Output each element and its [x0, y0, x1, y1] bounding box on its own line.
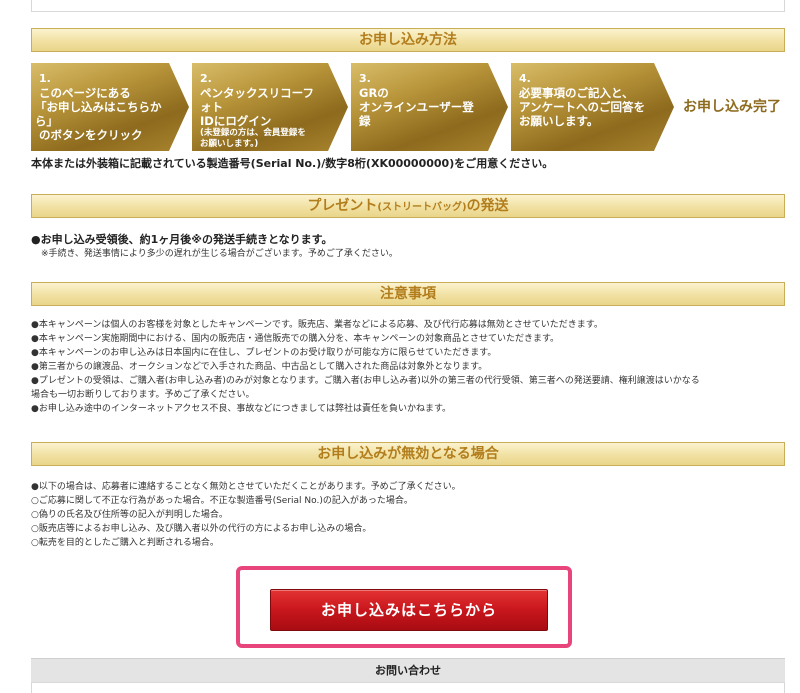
method-section-header: お申し込み方法	[31, 28, 785, 52]
present-note-text: ※手続き、発送事情により多少の遅れが生じる場合がございます。予めご了承ください。	[41, 249, 398, 259]
list-item: ●以下の場合は、応募者に連絡することなく無効とさせていただくことがあります。予め…	[31, 482, 461, 492]
present-title-end: の発送	[466, 198, 509, 214]
step-3: 3. GRの オンラインユーザー登録	[351, 63, 508, 151]
notes-list: ●本キャンペーンは個人のお客様を対象としたキャンペーンです。販売店、業者などによ…	[31, 318, 791, 416]
step-1: 1. このページにある 「お申し込みはこちらから」 のボタンをクリック	[31, 63, 189, 151]
step-4: 4. 必要事項のご記入と、 アンケートへのご回答を お願いします。	[511, 63, 674, 151]
step-1-line-1: このページにある	[39, 86, 131, 100]
present-section-header: プレゼント(ストリートバッグ)の発送	[31, 194, 785, 218]
step-4-number: 4.	[519, 72, 531, 85]
invalid-list: ●以下の場合は、応募者に連絡することなく無効とさせていただくことがあります。予め…	[31, 480, 791, 550]
contact-box	[31, 682, 785, 693]
serial-instruction: 本体または外装箱に記載されている製造番号(Serial No.)/数字8桁(XK…	[31, 157, 554, 170]
list-item: ●本キャンペーンのお申し込みは日本国内に在住し、プレゼントのお受け取りが可能な方…	[31, 348, 497, 358]
invalid-section-title: お申し込みが無効となる場合	[317, 446, 499, 462]
step-1-line-3: のボタンをクリック	[39, 128, 143, 142]
step-4-line-1: 必要事項のご記入と、	[519, 86, 634, 100]
step-1-number: 1.	[39, 72, 51, 85]
present-main-text: ●お申し込み受領後、約1ヶ月後※の発送手続きとなります。	[31, 233, 333, 246]
present-title-main: プレゼント	[307, 198, 378, 214]
contact-title: お問い合わせ	[375, 664, 441, 677]
list-item: ○販売店等によるお申し込み、及び購入者以外の代行の方によるお申し込みの場合。	[31, 524, 372, 534]
list-item: ●本キャンペーン実施期間中における、国内の販売店・通信販売での購入分を、本キャン…	[31, 334, 560, 344]
invalid-section-header: お申し込みが無効となる場合	[31, 442, 785, 466]
list-item: ○偽りの氏名及び住所等の記入が判明した場合。	[31, 510, 228, 520]
step-4-line-2: アンケートへのご回答を	[519, 100, 646, 114]
present-title-sub: (ストリートバッグ)	[377, 202, 467, 213]
list-item: ○ご応募に関して不正な行為があった場合。不正な製造番号(Serial No.)の…	[31, 496, 413, 506]
method-section-title: お申し込み方法	[359, 32, 457, 48]
step-final-label: お申し込み完了	[683, 99, 781, 115]
list-item: ●第三者からの譲渡品、オークションなどで入手された商品、中古品として購入された商…	[31, 362, 488, 372]
step-2: 2. ペンタックスリコーフォト IDにログイン (未登録の方は、会員登録を お願…	[192, 63, 348, 151]
step-1-line-2: 「お申し込みはこちらから」	[35, 100, 162, 128]
notes-section-header: 注意事項	[31, 282, 785, 306]
notes-section-title: 注意事項	[380, 286, 436, 302]
top-content-box	[31, 0, 785, 12]
step-2-note-1: (未登録の方は、会員登録を	[200, 128, 306, 138]
step-2-line-2: IDにログイン	[200, 114, 272, 128]
contact-header: お問い合わせ	[31, 658, 785, 682]
list-item: ●プレゼントの受領は、ご購入者(お申し込み者)のみが対象となります。ご購入者(お…	[31, 376, 700, 386]
application-steps: 1. このページにある 「お申し込みはこちらから」 のボタンをクリック 2. ペ…	[31, 63, 791, 151]
step-3-line-1: GRの	[359, 86, 389, 100]
list-item: ○転売を目的としたご購入と判断される場合。	[31, 538, 219, 548]
list-item: ●お申し込み途中のインターネットアクセス不良、事故などにつきましては弊社は責任を…	[31, 404, 452, 414]
apply-button[interactable]: お申し込みはこちらから	[270, 589, 548, 631]
step-3-line-2: オンラインユーザー登録	[359, 100, 474, 128]
step-3-number: 3.	[359, 72, 371, 85]
step-2-line-1: ペンタックスリコーフォト	[200, 86, 314, 114]
step-2-number: 2.	[200, 72, 212, 85]
present-info: ●お申し込み受領後、約1ヶ月後※の発送手続きとなります。 ※手続き、発送事情によ…	[31, 233, 791, 261]
step-4-line-3: お願いします。	[519, 114, 599, 128]
list-item: ●本キャンペーンは個人のお客様を対象としたキャンペーンです。販売店、業者などによ…	[31, 320, 603, 330]
step-2-note-2: お願いします。)	[200, 139, 259, 149]
list-item: 場合も一切お断りしております。予めご了承ください。	[31, 390, 255, 400]
